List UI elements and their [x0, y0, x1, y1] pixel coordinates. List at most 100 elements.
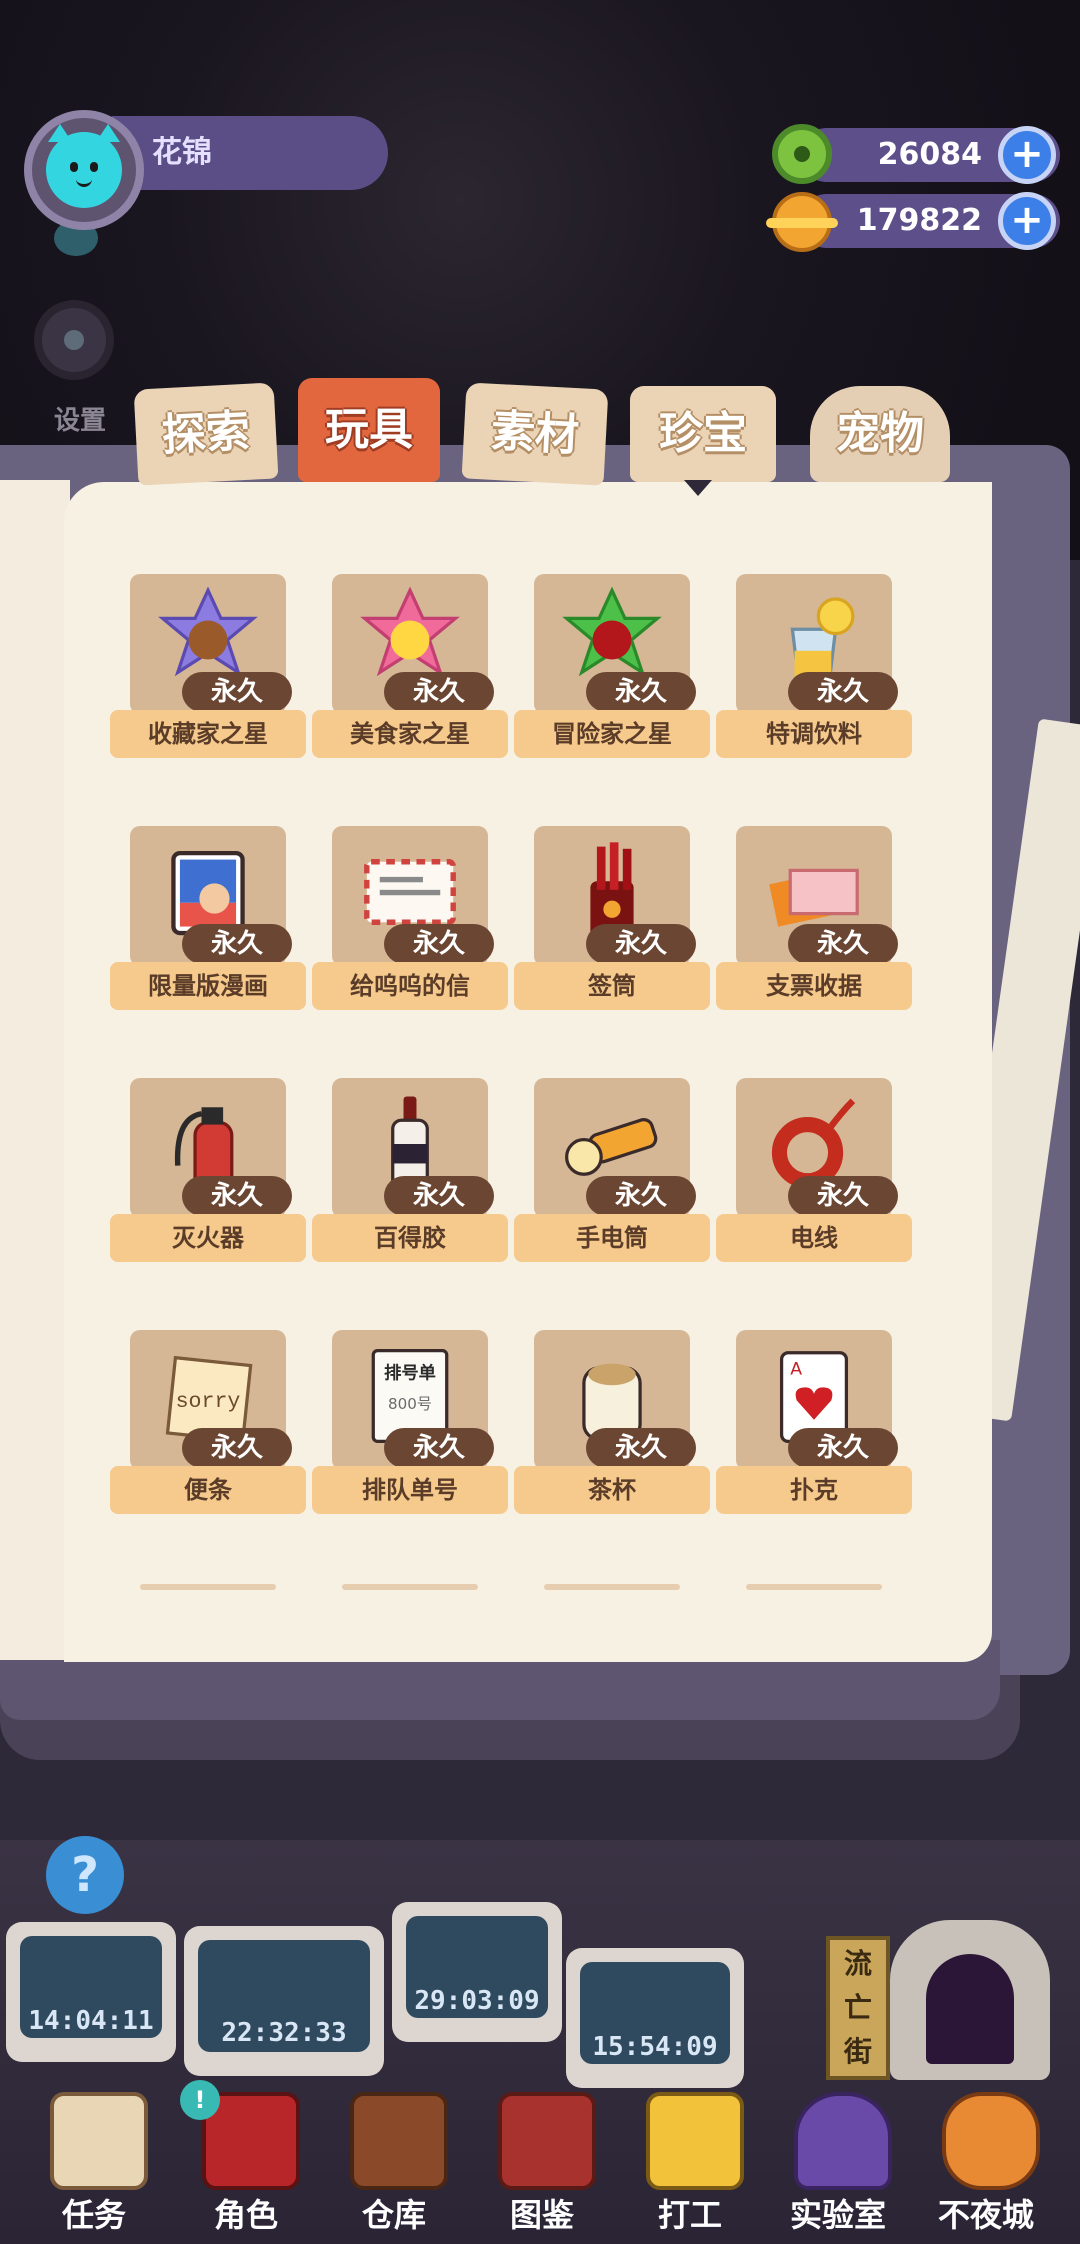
nav-label: 角色	[213, 2196, 278, 2234]
item-card[interactable]: 永久 特调饮料	[716, 574, 912, 764]
item-name: 支票收据	[716, 962, 912, 1010]
duration-badge: 永久	[182, 672, 292, 712]
timer-text: 15:54:09	[592, 2032, 718, 2062]
nav-label: 仓库	[361, 2196, 426, 2234]
next-row-edge	[746, 1584, 882, 1590]
add-currency-button[interactable]: +	[998, 192, 1056, 250]
green-donut-coin-icon	[772, 124, 832, 184]
duration-badge: 永久	[788, 924, 898, 964]
timer-monitor[interactable]: 14:04:11	[6, 1922, 176, 2062]
item-card[interactable]: 永久 给呜呜的信	[312, 826, 508, 1016]
portal-icon[interactable]	[890, 1920, 1050, 2080]
item-name: 电线	[716, 1214, 912, 1262]
nav-work[interactable]: 打工	[616, 2080, 764, 2244]
nav-label: 不夜城	[937, 2196, 1034, 2234]
notification-badge: !	[180, 2080, 220, 2120]
item-name: 百得胶	[312, 1214, 508, 1262]
currency-value: 179822	[856, 203, 982, 238]
street-sign-char: 流	[843, 1947, 872, 1980]
nav-lab[interactable]: 实验室	[764, 2080, 912, 2244]
timer-monitor[interactable]: 15:54:09	[566, 1948, 744, 2088]
item-name: 便条	[110, 1466, 306, 1514]
item-card[interactable]: 永久 限量版漫画	[110, 826, 306, 1016]
duration-badge: 永久	[586, 672, 696, 712]
item-name: 特调饮料	[716, 710, 912, 758]
orange-planet-coin-icon	[766, 192, 838, 252]
item-card[interactable]: 排号单 800号 永久 排队单号	[312, 1330, 508, 1520]
item-card[interactable]: sorry 永久 便条	[110, 1330, 306, 1520]
work-monitor-icon	[646, 2092, 744, 2190]
player-name[interactable]: 花锦	[112, 116, 388, 190]
gear-icon[interactable]	[34, 300, 114, 380]
item-card[interactable]: 永久 冒险家之星	[514, 574, 710, 764]
encyclopedia-book-icon	[498, 2092, 596, 2190]
item-card[interactable]: 永久 收藏家之星	[110, 574, 306, 764]
nav-task[interactable]: 任务	[20, 2080, 168, 2244]
cat-face-icon	[46, 124, 122, 208]
street-sign[interactable]: 流 亡 街	[826, 1936, 890, 2080]
timer-text: 29:03:09	[414, 1986, 540, 2016]
item-name: 茶杯	[514, 1466, 710, 1514]
help-button[interactable]: ?	[46, 1836, 124, 1914]
tab-toys[interactable]: 玩具	[298, 378, 440, 482]
item-card[interactable]: 永久 电线	[716, 1078, 912, 1268]
next-row-edge	[140, 1584, 276, 1590]
settings-label[interactable]: 设置	[40, 400, 120, 437]
tab-pets[interactable]: 宠物	[810, 386, 950, 482]
nav-encyclopedia[interactable]: 图鉴	[468, 2080, 616, 2244]
duration-badge: 永久	[586, 924, 696, 964]
tab-materials[interactable]: 素材	[461, 382, 609, 486]
item-name: 手电筒	[514, 1214, 710, 1262]
street-sign-char: 亡	[843, 1991, 872, 2024]
task-clipboard-icon	[50, 2092, 148, 2190]
active-tab-pointer	[684, 480, 712, 496]
item-card[interactable]: 永久 签筒	[514, 826, 710, 1016]
timer-monitor[interactable]: 29:03:09	[392, 1902, 562, 2042]
item-name: 冒险家之星	[514, 710, 710, 758]
item-name: 限量版漫画	[110, 962, 306, 1010]
timer-text: 14:04:11	[28, 2006, 154, 2036]
item-name: 给呜呜的信	[312, 962, 508, 1010]
duration-badge: 永久	[182, 924, 292, 964]
item-name: 扑克	[716, 1466, 912, 1514]
next-row-edge	[342, 1584, 478, 1590]
timer-monitor[interactable]: 22:32:33	[184, 1926, 384, 2076]
ticket-title: 排号单	[384, 1363, 436, 1384]
duration-badge: 永久	[182, 1428, 292, 1468]
duration-badge: 永久	[586, 1176, 696, 1216]
item-card[interactable]: 永久 支票收据	[716, 826, 912, 1016]
duration-badge: 永久	[788, 1176, 898, 1216]
currency-value: 26084	[877, 137, 982, 172]
avatar[interactable]	[24, 110, 144, 230]
nav-label: 实验室	[789, 2196, 886, 2234]
item-name: 收藏家之星	[110, 710, 306, 758]
item-card[interactable]: 永久 美食家之星	[312, 574, 508, 764]
item-card[interactable]: 永久 茶杯	[514, 1330, 710, 1520]
item-name: 排队单号	[312, 1466, 508, 1514]
item-card[interactable]: 永久 手电筒	[514, 1078, 710, 1268]
duration-badge: 永久	[788, 1428, 898, 1468]
lab-jar-icon	[794, 2092, 892, 2190]
item-card[interactable]: A 永久 扑克	[716, 1330, 912, 1520]
timer-text: 22:32:33	[221, 2018, 347, 2048]
nav-label: 图鉴	[509, 2196, 574, 2234]
next-row-edge	[544, 1584, 680, 1590]
currency-bar-donut: 26084 +	[800, 126, 1060, 184]
city-cat-icon	[942, 2092, 1040, 2190]
item-name: 灭火器	[110, 1214, 306, 1262]
page-left	[0, 480, 70, 1660]
duration-badge: 永久	[586, 1428, 696, 1468]
nav-city[interactable]: 不夜城	[912, 2080, 1060, 2244]
duration-badge: 永久	[182, 1176, 292, 1216]
item-card[interactable]: 永久 灭火器	[110, 1078, 306, 1268]
tab-treasures[interactable]: 珍宝	[630, 386, 776, 482]
duration-badge: 永久	[384, 1428, 494, 1468]
add-currency-button[interactable]: +	[998, 126, 1056, 184]
tab-explore[interactable]: 探索	[133, 382, 279, 486]
street-sign-char: 街	[843, 2035, 872, 2068]
duration-badge: 永久	[384, 1176, 494, 1216]
ticket-number: 800号	[388, 1395, 432, 1413]
item-card[interactable]: 永久 百得胶	[312, 1078, 508, 1268]
nav-warehouse[interactable]: 仓库	[320, 2080, 468, 2244]
duration-badge: 永久	[788, 672, 898, 712]
